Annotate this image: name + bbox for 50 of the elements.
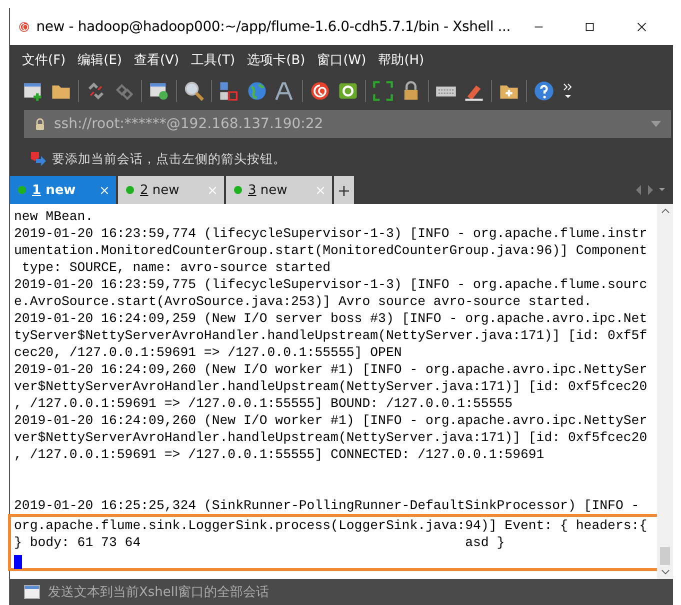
scrollbar[interactable] [657, 204, 673, 579]
status-dot-icon [126, 186, 134, 194]
terminal-line: new MBean. [14, 208, 94, 225]
terminal-line: 2019-01-20 16:25:25,324 (SinkRunner-PollingRunner-DefaultSinkProcessor) [INFO - [14, 497, 640, 514]
terminal-line: tyServer$NettyServerAvroHandler.handleUpstream(NettyServer.java:171)] [id: 0xf5f [14, 327, 648, 344]
terminal-line: cec20, /127.0.0.1:59691 => /127.0.0.1:55555] OPEN [14, 344, 403, 361]
flag-arrow-icon[interactable] [30, 151, 46, 167]
window-icon [24, 585, 40, 599]
fullscreen-icon[interactable] [372, 80, 394, 102]
help-icon[interactable] [533, 80, 555, 102]
terminal-line: 2019-01-20 16:23:59,774 (lifecycleSupervisor-1-3) [INFO - org.apache.flume.instr [14, 225, 648, 242]
terminal-line: ver$NettyServerAvroHandler.handleUpstream(NettyServer.java:171)] [id: 0xf5fcec20 [14, 378, 648, 395]
spiral-icon[interactable] [309, 80, 331, 102]
session-tab[interactable]: 1 new [10, 176, 116, 204]
menu-item[interactable]: 文件(F) [22, 50, 66, 68]
search-icon[interactable] [183, 80, 205, 102]
hint-text: 要添加当前会话，点击左侧的箭头按钮。 [52, 150, 286, 168]
menu-item[interactable]: 选项卡(B) [247, 50, 306, 68]
menu-item[interactable]: 帮助(H) [378, 50, 424, 68]
menu-item[interactable]: 编辑(E) [78, 50, 122, 68]
menu-item[interactable]: 窗口(W) [317, 50, 366, 68]
terminal-line: type: SOURCE, name: avro-source started [20, 259, 332, 276]
terminal-line: , /127.0.0.1:59691 => /127.0.0.1:55555] CONNECTED: /127.0.0.1:59691 [14, 446, 546, 463]
terminal-line: 2019-01-20 16:24:09,260 (New I/O worker #1) [INFO - org.apache.avro.ipc.NettySer [14, 361, 648, 378]
menu-item[interactable]: 工具(T) [191, 50, 236, 68]
terminal-line: ver$NettyServerAvroHandler.handleUpstream(NettyServer.java:171)] [id: 0xf5fcec20 [14, 429, 648, 446]
session-tab[interactable]: 3 new [226, 176, 332, 204]
lock-icon [34, 118, 46, 130]
text-cursor [14, 555, 22, 569]
status-text: 发送文本到当前Xshell窗口的全部会话 [48, 584, 270, 601]
overflow-icon[interactable] [563, 81, 573, 101]
window-title: new - hadoop@hadoop000:~/app/flume-1.6.0-cdh5.7.1/bin - Xshell ... [36, 18, 511, 34]
scrollbar-thumb[interactable] [660, 547, 670, 565]
new-tab-button[interactable]: + [334, 176, 354, 204]
scroll-tabs-icon[interactable] [635, 185, 665, 195]
globe-icon[interactable] [246, 80, 268, 102]
terminal-line: 2019-01-20 16:24:09,260 (New I/O worker #1) [INFO - org.apache.avro.ipc.NettySer [14, 412, 648, 429]
scroll-up-icon[interactable] [660, 208, 670, 214]
terminal-line: e.AvroSource.start(AvroSource.java:253)] Avro source avro-source started. [14, 293, 593, 310]
scroll-down-icon[interactable] [660, 569, 670, 575]
terminal-line: umentation.MonitoredCounterGroup.start(MonitoredCounterGroup.java:96)] Component [14, 242, 648, 259]
status-dot-icon [234, 186, 242, 194]
terminal-line: org.apache.flume.sink.LoggerSink.process(LoggerSink.java:94)] Event: { headers:{ [14, 517, 648, 534]
terminal-line: , /127.0.0.1:59691 => /127.0.0.1:55555] BOUND: /127.0.0.1:55555 [14, 395, 514, 412]
status-dot-icon [18, 186, 26, 194]
session-tab[interactable]: 2 new [118, 176, 224, 204]
terminal-line: 2019-01-20 16:24:09,259 (New I/O server boss #3) [INFO - org.apache.avro.ipc.Net [14, 310, 648, 327]
terminal-line: 2019-01-20 16:23:59,775 (lifecycleSupervisor-1-3) [INFO - org.apache.flume.sourc [14, 276, 648, 293]
menu-item[interactable]: 查看(V) [134, 50, 180, 68]
terminal-line: } body: 61 73 64 asd } [14, 534, 506, 551]
